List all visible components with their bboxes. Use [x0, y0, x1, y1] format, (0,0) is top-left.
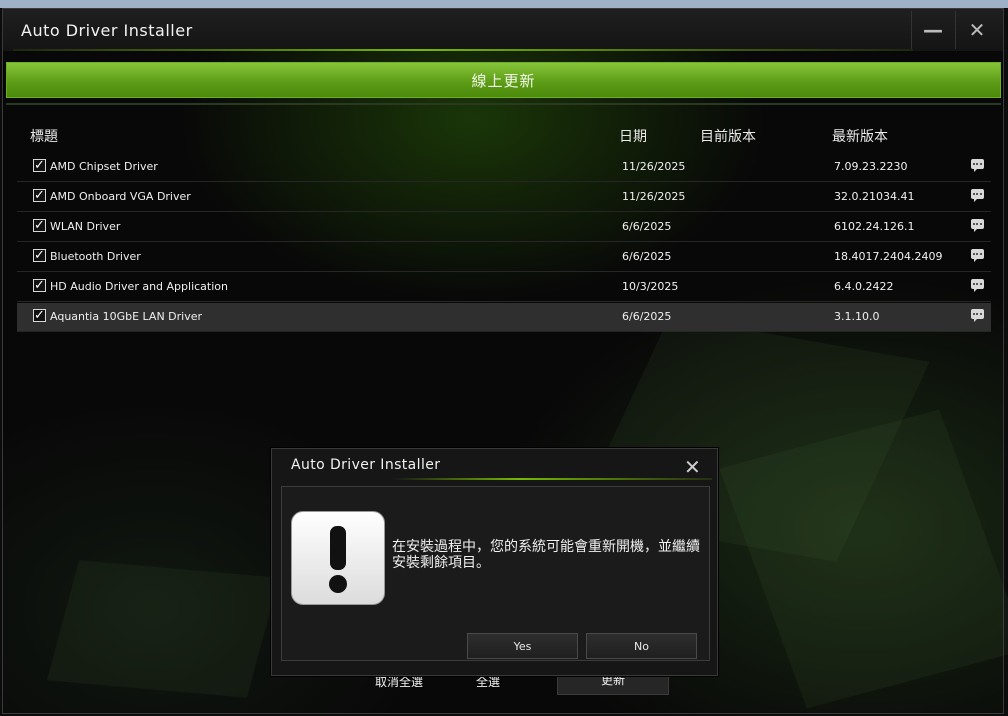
- online-update-button[interactable]: 線上更新: [6, 62, 1001, 98]
- driver-date: 6/6/2025: [622, 250, 672, 263]
- title-bar: Auto Driver Installer — ✕: [3, 9, 1003, 51]
- app-window: Auto Driver Installer — ✕ 線上更新 標題 日期 目前版…: [2, 8, 1008, 714]
- driver-row[interactable]: ✓ HD Audio Driver and Application 10/3/202…: [17, 273, 991, 302]
- close-icon: ✕: [968, 18, 986, 42]
- restart-warning-dialog: Auto Driver Installer ✕ 在安裝過程中，您的系統可能會重新…: [271, 448, 718, 676]
- column-header-date: 日期: [619, 129, 647, 145]
- message-icon[interactable]: [971, 309, 984, 322]
- driver-name: Aquantia 10GbE LAN Driver: [50, 310, 203, 323]
- column-header-latest-version: 最新版本: [832, 129, 888, 145]
- driver-checkbox[interactable]: ✓: [33, 159, 46, 172]
- dialog-body: 在安裝過程中，您的系統可能會重新開機，並繼續安裝剩餘項目。 Yes No: [281, 486, 710, 661]
- minimize-button[interactable]: —: [911, 11, 954, 49]
- driver-checkbox[interactable]: ✓: [33, 309, 46, 322]
- driver-date: 10/3/2025: [622, 280, 679, 293]
- background-shape: [46, 560, 280, 698]
- desktop-strip: [0, 0, 1008, 8]
- message-icon[interactable]: [971, 159, 984, 172]
- title-underline: [13, 49, 913, 51]
- message-icon[interactable]: [971, 189, 984, 202]
- driver-latest-version: 6.4.0.2422: [834, 280, 894, 293]
- driver-latest-version: 3.1.10.0: [834, 310, 880, 323]
- dialog-title-underline: [392, 478, 712, 480]
- dialog-title: Auto Driver Installer: [291, 457, 441, 473]
- driver-row[interactable]: ✓ Aquantia 10GbE LAN Driver 6/6/2025 3.1.10…: [17, 303, 991, 332]
- driver-date: 6/6/2025: [622, 310, 672, 323]
- driver-row[interactable]: ✓ AMD Chipset Driver 11/26/2025 7.09.23.223…: [17, 153, 991, 182]
- dialog-message: 在安裝過程中，您的系統可能會重新開機，並繼續安裝剩餘項目。: [392, 539, 700, 571]
- driver-name: AMD Onboard VGA Driver: [50, 190, 191, 203]
- driver-row[interactable]: ✓ AMD Onboard VGA Driver 11/26/2025 32.0.21…: [17, 183, 991, 212]
- driver-date: 11/26/2025: [622, 160, 686, 173]
- close-button[interactable]: ✕: [955, 11, 998, 49]
- driver-name: AMD Chipset Driver: [50, 160, 158, 173]
- driver-latest-version: 6102.24.126.1: [834, 220, 915, 233]
- driver-name: WLAN Driver: [50, 220, 121, 233]
- message-icon[interactable]: [971, 249, 984, 262]
- driver-date: 6/6/2025: [622, 220, 672, 233]
- column-header-current-version: 目前版本: [700, 129, 756, 145]
- message-icon[interactable]: [971, 219, 984, 232]
- message-icon[interactable]: [971, 279, 984, 292]
- driver-checkbox[interactable]: ✓: [33, 189, 46, 202]
- driver-row[interactable]: ✓ Bluetooth Driver 6/6/2025 18.4017.2404.24…: [17, 243, 991, 272]
- no-button[interactable]: No: [586, 633, 697, 659]
- driver-checkbox[interactable]: ✓: [33, 249, 46, 262]
- driver-checkbox[interactable]: ✓: [33, 219, 46, 232]
- dialog-close-icon[interactable]: ✕: [684, 455, 701, 479]
- driver-latest-version: 18.4017.2404.2409: [834, 250, 943, 263]
- driver-row[interactable]: ✓ WLAN Driver 6/6/2025 6102.24.126.1: [17, 213, 991, 242]
- window-title: Auto Driver Installer: [21, 21, 193, 40]
- driver-name: Bluetooth Driver: [50, 250, 141, 263]
- driver-latest-version: 7.09.23.2230: [834, 160, 908, 173]
- minimize-icon: —: [923, 18, 943, 42]
- driver-latest-version: 32.0.21034.41: [834, 190, 915, 203]
- yes-button[interactable]: Yes: [467, 633, 578, 659]
- driver-date: 11/26/2025: [622, 190, 686, 203]
- warning-icon: [291, 511, 385, 605]
- divider: [6, 103, 1001, 105]
- column-header-title: 標題: [30, 129, 58, 145]
- driver-name: HD Audio Driver and Application: [50, 280, 228, 293]
- driver-checkbox[interactable]: ✓: [33, 279, 46, 292]
